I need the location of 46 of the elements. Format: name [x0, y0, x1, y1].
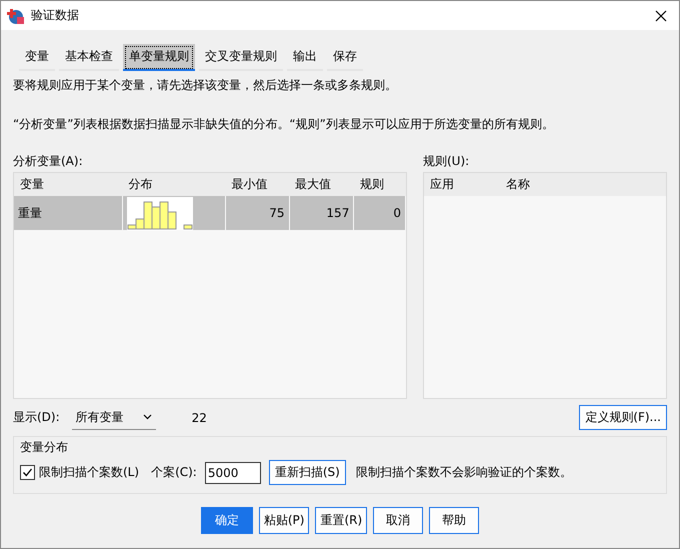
table-row[interactable]: 重量 75 157 0 — [14, 196, 406, 230]
note-text: 限制扫描个案数不会影响验证的个案数。 — [356, 464, 572, 481]
checkmark-icon — [22, 467, 33, 478]
tab[interactable]: 输出 — [287, 44, 323, 71]
instruction-text: “分析变量”列表根据数据扫描显示非缺失值的分布。“规则”列表显示可以应用于所选变量的所有规则。 — [13, 116, 555, 133]
column-header: 应用 — [424, 173, 500, 196]
list-label: 分析变量(A): — [13, 153, 84, 170]
rescan-button[interactable]: 重新扫描(S) — [268, 460, 346, 485]
tab[interactable]: 变量 — [19, 44, 55, 71]
chevron-icon — [142, 414, 152, 420]
window-title: 验证数据 — [31, 7, 80, 24]
column-header: 规则 — [354, 173, 406, 196]
column-header: 分布 — [122, 173, 226, 196]
tab[interactable]: 基本检查 — [59, 44, 119, 71]
checkbox-label: 限制扫描个案数(L) — [39, 464, 140, 481]
display-dropdown[interactable]: 所有变量 — [72, 406, 156, 430]
group-title: 变量分布 — [20, 440, 68, 454]
column-header: 名称 — [500, 173, 666, 196]
define-rules-button[interactable]: 定义规则(F)... — [579, 405, 667, 430]
dialog-button[interactable]: 取消 — [373, 507, 424, 534]
tab[interactable]: 交叉变量规则 — [199, 44, 283, 71]
rules-list[interactable]: 应用 名称 — [423, 172, 667, 399]
table-cell: 0 — [354, 196, 406, 230]
column-header: 变量 — [14, 173, 123, 196]
histogram-drawing — [127, 196, 194, 230]
column-header: 最小值 — [225, 173, 290, 196]
cases-label: 个案(C): — [151, 464, 197, 481]
instruction-text: 要将规则应用于某个变量，请先选择该变量，然后选择一条或多条规则。 — [13, 77, 398, 94]
cases-field[interactable]: 5000 — [204, 462, 261, 484]
variables-list[interactable]: 变量 分布 最小值 最大值 规则 重量 75 157 0 — [13, 172, 407, 399]
tab[interactable]: 保存 — [327, 44, 363, 71]
close-icon[interactable] — [655, 10, 667, 22]
checkbox[interactable] — [20, 465, 35, 480]
display-label: 显示(D): — [13, 409, 60, 426]
variable-count: 22 — [192, 410, 208, 424]
dialog-button[interactable]: 帮助 — [429, 507, 480, 534]
table-cell: 75 — [225, 196, 290, 230]
dialog-button[interactable]: 确定 — [200, 507, 253, 534]
column-header: 最大值 — [289, 173, 354, 196]
table-cell: 157 — [289, 196, 354, 230]
dialog-button[interactable]: 重置(R) — [315, 507, 368, 534]
table-cell: 重量 — [14, 196, 123, 230]
tab[interactable]: 单变量规则 — [123, 44, 195, 71]
list-label: 规则(U): — [423, 153, 470, 170]
dialog-button[interactable]: 粘贴(P) — [258, 507, 310, 534]
app-icon — [7, 6, 25, 24]
